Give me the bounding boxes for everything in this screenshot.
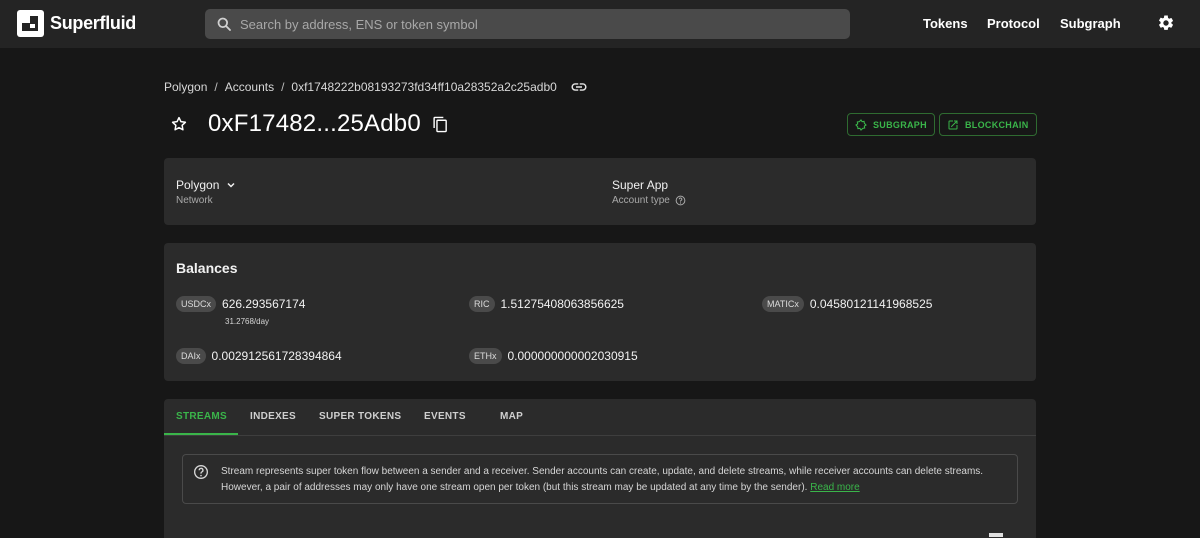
blockchain-button[interactable]: BLOCKCHAIN	[939, 113, 1037, 136]
account-type-label: Account type	[612, 195, 686, 206]
tab-bar: STREAMS INDEXES SUPER TOKENS EVENTS MAP	[164, 399, 1036, 436]
top-bar: Superfluid Tokens Protocol Subgraph	[0, 0, 1200, 48]
nav-subgraph-link[interactable]: Subgraph	[1060, 16, 1121, 31]
network-value: Polygon	[176, 178, 220, 192]
breadcrumb-accounts-link[interactable]: Accounts	[225, 80, 274, 94]
search-input[interactable]	[240, 16, 820, 32]
superfluid-logo[interactable]: Superfluid	[17, 10, 136, 37]
subgraph-icon	[855, 118, 867, 131]
tab-indexes[interactable]: INDEXES	[250, 411, 296, 422]
superfluid-logo-icon	[17, 10, 44, 37]
open-in-new-icon	[948, 120, 958, 129]
breadcrumb: Polygon / Accounts / 0xf1748222b08193273…	[164, 80, 588, 94]
breadcrumb-address: 0xf1748222b08193273fd34ff10a28352a2c25ad…	[291, 80, 557, 94]
favorite-star-icon[interactable]	[170, 115, 188, 133]
token-chip[interactable]: RIC	[469, 296, 495, 312]
account-title-row: 0xF17482...25Adb0	[164, 110, 449, 138]
balance-item-ric: RIC 1.51275408063856625	[469, 296, 624, 312]
balances-title: Balances	[176, 260, 238, 276]
balance-value: 626.293567174	[222, 297, 306, 311]
balance-value: 0.002912561728394864	[211, 349, 342, 363]
tab-events[interactable]: EVENTS	[424, 411, 466, 422]
flow-rate: 31.2768/day	[225, 317, 270, 326]
filter-icon[interactable]	[989, 533, 1003, 537]
tab-map[interactable]: MAP	[500, 411, 523, 422]
tab-streams[interactable]: STREAMS	[176, 411, 227, 422]
token-chip[interactable]: MATICx	[762, 296, 804, 312]
read-more-link[interactable]: Read more	[810, 482, 859, 493]
streams-info-text: Stream represents super token flow betwe…	[221, 466, 984, 493]
balances-card: Balances USDCx 626.293567174 31.2768/day…	[164, 243, 1036, 381]
app-name: Superfluid	[50, 13, 136, 33]
page-title: 0xF17482...25Adb0	[208, 110, 421, 137]
balance-item-ethx: ETHx 0.000000000002030915	[469, 348, 638, 364]
breadcrumb-network-link[interactable]: Polygon	[164, 80, 207, 94]
settings-gear-icon[interactable]	[1157, 14, 1175, 32]
help-icon[interactable]	[675, 195, 686, 206]
balance-value: 0.04580121141968525	[809, 297, 933, 311]
search-icon	[217, 17, 231, 31]
streams-info-alert: Stream represents super token flow betwe…	[182, 454, 1018, 504]
account-info-card: Polygon Network Super App Account type	[164, 158, 1036, 225]
search-bar[interactable]	[205, 9, 850, 39]
network-label: Network	[176, 195, 213, 206]
nav-tokens-link[interactable]: Tokens	[923, 16, 968, 31]
copy-address-icon[interactable]	[432, 115, 449, 134]
account-type-value: Super App	[612, 178, 669, 192]
subgraph-button[interactable]: SUBGRAPH	[847, 113, 935, 136]
help-circle-icon	[194, 465, 208, 479]
balance-item-usdcx: USDCx 626.293567174	[176, 296, 305, 312]
balance-item-maticx: MATICx 0.04580121141968525	[762, 296, 932, 312]
copy-link-icon[interactable]	[570, 81, 588, 93]
token-chip[interactable]: DAIx	[176, 348, 206, 364]
chevron-down-icon	[227, 182, 235, 188]
balance-value: 1.51275408063856625	[500, 297, 624, 311]
breadcrumb-separator: /	[281, 80, 285, 94]
active-tab-indicator	[164, 433, 238, 435]
token-chip[interactable]: USDCx	[176, 296, 217, 312]
nav-protocol-link[interactable]: Protocol	[987, 16, 1040, 31]
balance-value: 0.000000000002030915	[507, 349, 638, 363]
subgraph-button-label: SUBGRAPH	[873, 119, 927, 130]
account-tabs-card: STREAMS INDEXES SUPER TOKENS EVENTS MAP …	[164, 399, 1036, 538]
balance-item-daix: DAIx 0.002912561728394864	[176, 348, 342, 364]
network-selector[interactable]: Polygon	[176, 178, 237, 192]
blockchain-button-label: BLOCKCHAIN	[965, 119, 1029, 130]
breadcrumb-separator: /	[214, 80, 218, 94]
tab-super-tokens[interactable]: SUPER TOKENS	[319, 411, 401, 422]
token-chip[interactable]: ETHx	[469, 348, 502, 364]
